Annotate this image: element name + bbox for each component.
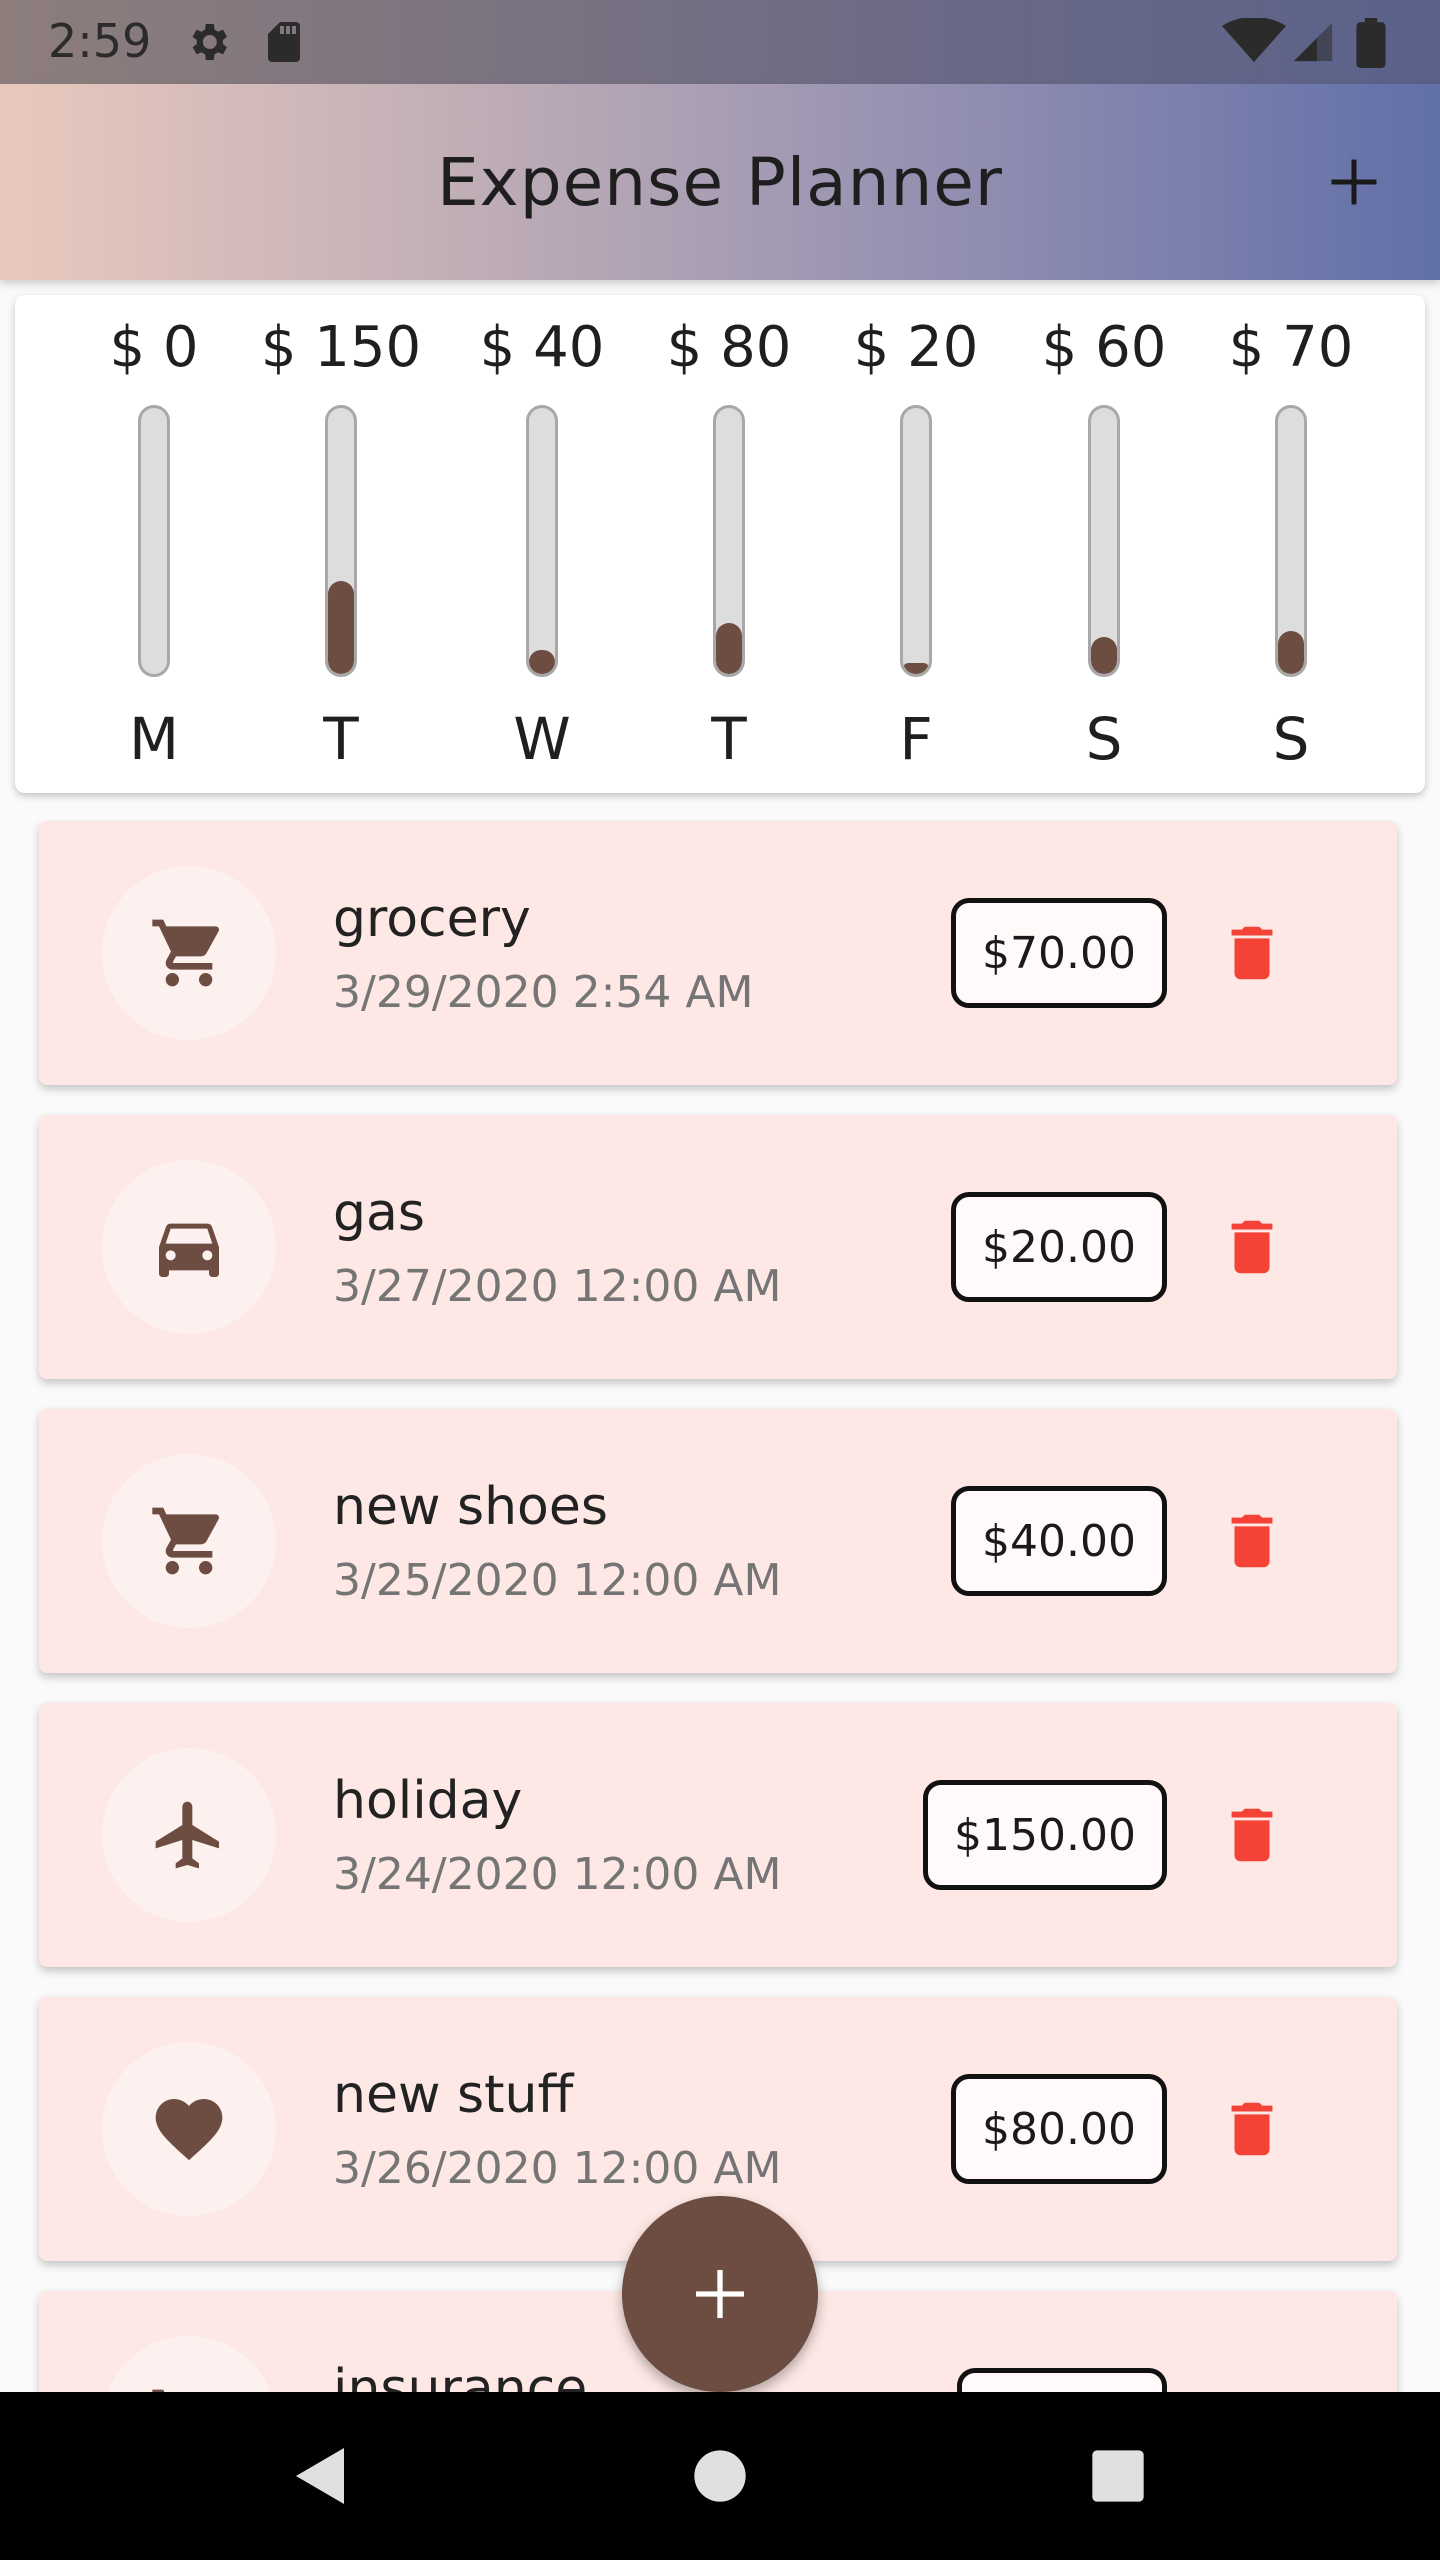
shopping-cart-icon — [152, 2389, 165, 2392]
transaction-date: 3/25/2020 12:00 AM — [333, 1555, 782, 1606]
transaction-amount: $150.00 — [923, 1780, 1167, 1890]
chart-day-column: $ 80 T — [639, 295, 819, 793]
nav-recents-button[interactable] — [1078, 2436, 1158, 2516]
plus-icon — [696, 2270, 744, 2318]
transaction-amount: $70.00 — [951, 898, 1167, 1008]
chart-amount-label: $ 60 — [1041, 315, 1167, 380]
chart-bar-fill — [716, 623, 742, 674]
delete-button[interactable] — [1217, 2093, 1287, 2165]
chart-day-label: M — [128, 705, 180, 773]
chart-bar-fill — [529, 650, 555, 674]
transaction-date: 3/27/2020 12:00 AM — [333, 1261, 782, 1312]
trash-icon — [1231, 1808, 1273, 1862]
chart-bar-fill — [328, 580, 354, 674]
chart-bar-track — [325, 405, 357, 677]
shopping-cart-icon — [152, 919, 220, 987]
page-title: Expense Planner — [436, 144, 1004, 221]
delete-button[interactable] — [1217, 1505, 1287, 1577]
status-bar: 2:59 — [0, 0, 1440, 84]
transaction-list[interactable]: grocery 3/29/2020 2:54 AM $70.00 gas 3/27/20… — [0, 820, 1440, 2392]
airplane-icon — [155, 1801, 219, 1869]
chart-amount-label: $ 20 — [853, 315, 979, 380]
chart-amount-label: $ 0 — [109, 315, 199, 380]
trash-icon — [1231, 926, 1273, 980]
transaction-card[interactable]: grocery 3/29/2020 2:54 AM $70.00 — [39, 821, 1397, 1085]
system-nav-bar — [0, 2392, 1440, 2560]
chart-day-column: $ 0 M — [64, 295, 244, 793]
transaction-title: new shoes — [333, 1477, 608, 1537]
app-bar: Expense Planner — [0, 84, 1440, 280]
back-icon — [296, 2448, 344, 2504]
chart-day-label: T — [711, 705, 747, 773]
car-icon — [159, 1223, 219, 1277]
chart-amount-label: $ 40 — [479, 315, 605, 380]
chart-bar-track — [713, 405, 745, 677]
transaction-title: insurance — [333, 2359, 588, 2392]
category-avatar — [102, 1748, 276, 1922]
delete-button[interactable] — [1217, 917, 1287, 989]
trash-icon — [1231, 1220, 1273, 1274]
nav-home-button[interactable] — [680, 2436, 760, 2516]
chart-bar-track — [526, 405, 558, 677]
chart-day-label: S — [1085, 705, 1123, 773]
transaction-title: holiday — [333, 1771, 523, 1831]
sd-card-icon — [268, 22, 300, 62]
gear-icon — [192, 24, 227, 60]
transaction-amount — [957, 2368, 1167, 2392]
chart-bar-track — [900, 405, 932, 677]
delete-button[interactable] — [1217, 1799, 1287, 1871]
battery-icon — [1356, 18, 1386, 68]
home-icon — [694, 2450, 746, 2502]
chart-day-column: $ 40 W — [452, 295, 632, 793]
transaction-amount: $40.00 — [951, 1486, 1167, 1596]
weekly-chart: $ 0 M $ 150 T $ 40 W $ 80 T $ 20 F $ 60 S $ 70 S — [15, 295, 1425, 793]
delete-button[interactable] — [1217, 1211, 1287, 1283]
category-avatar — [102, 2336, 276, 2392]
trash-icon — [1231, 2102, 1273, 2156]
chart-day-label: F — [899, 705, 933, 773]
chart-bar-fill — [1278, 631, 1304, 674]
chart-bar-fill — [1091, 636, 1117, 674]
nav-back-button[interactable] — [278, 2436, 358, 2516]
plus-icon — [1331, 159, 1377, 205]
transaction-title: gas — [333, 1183, 425, 1243]
chart-day-column: $ 60 S — [1014, 295, 1194, 793]
status-time: 2:59 — [48, 14, 152, 68]
heart-icon — [155, 2099, 223, 2161]
chart-day-label: W — [513, 705, 571, 773]
chart-amount-label: $ 70 — [1228, 315, 1354, 380]
add-expense-fab[interactable] — [622, 2196, 818, 2392]
transaction-date: 3/24/2020 12:00 AM — [333, 1849, 782, 1900]
add-expense-button[interactable] — [1304, 132, 1404, 232]
shopping-cart-icon — [152, 1507, 220, 1575]
transaction-amount: $80.00 — [951, 2074, 1167, 2184]
category-avatar — [102, 1160, 276, 1334]
category-avatar — [102, 1454, 276, 1628]
trash-icon — [1231, 1514, 1273, 1568]
recents-icon — [1092, 2450, 1144, 2502]
transaction-card[interactable]: holiday 3/24/2020 12:00 AM $150.00 — [39, 1703, 1397, 1967]
transaction-card[interactable]: gas 3/27/2020 12:00 AM $20.00 — [39, 1115, 1397, 1379]
chart-day-column: $ 70 S — [1201, 295, 1381, 793]
chart-bar-fill — [903, 663, 929, 674]
chart-amount-label: $ 80 — [666, 315, 792, 380]
chart-amount-label: $ 150 — [260, 315, 422, 380]
chart-bar-track — [1275, 405, 1307, 677]
chart-bar-track — [138, 405, 170, 677]
transaction-title: grocery — [333, 889, 531, 949]
transaction-amount: $20.00 — [951, 1192, 1167, 1302]
category-avatar — [102, 2042, 276, 2216]
chart-bar-track — [1088, 405, 1120, 677]
chart-day-label: T — [323, 705, 359, 773]
wifi-icon — [1222, 18, 1286, 62]
transaction-title: new stuff — [333, 2065, 574, 2125]
transaction-date: 3/26/2020 12:00 AM — [333, 2143, 782, 2194]
category-avatar — [102, 866, 276, 1040]
transaction-date: 3/29/2020 2:54 AM — [333, 967, 754, 1018]
chart-day-column: $ 150 T — [251, 295, 431, 793]
transaction-card[interactable]: new shoes 3/25/2020 12:00 AM $40.00 — [39, 1409, 1397, 1673]
chart-day-label: S — [1272, 705, 1310, 773]
chart-day-column: $ 20 F — [826, 295, 1006, 793]
cell-signal-icon — [1293, 22, 1333, 62]
